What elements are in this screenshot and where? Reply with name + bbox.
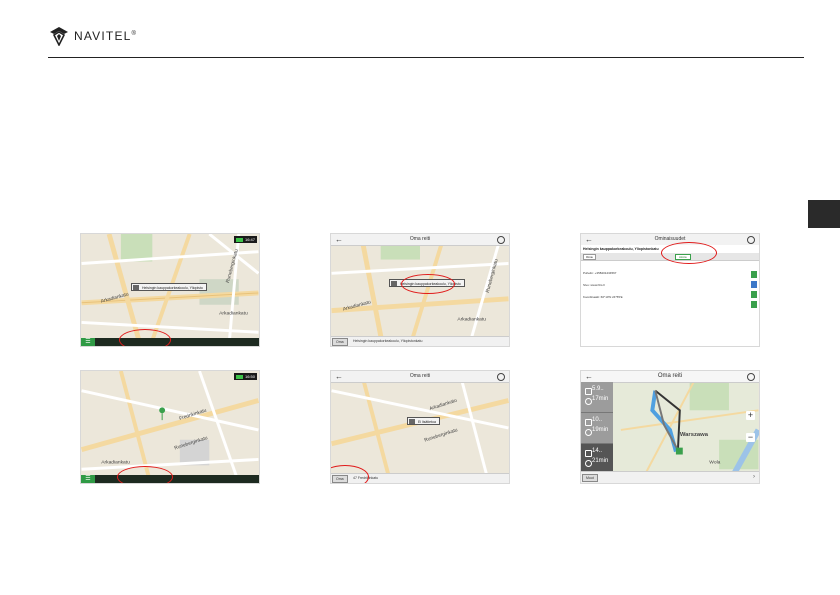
- highlight-ellipse: [117, 466, 173, 483]
- info-bar: Muut ›: [581, 471, 759, 483]
- settings-icon[interactable]: [747, 236, 755, 244]
- more-button[interactable]: Muut: [582, 474, 598, 482]
- distance-icon: [585, 450, 592, 457]
- city-label: Warszawa: [680, 432, 709, 438]
- screenshot-map-select: Arkadiankatu Arkadiankatu Runeberginkatu…: [80, 233, 260, 347]
- settings-icon[interactable]: [747, 373, 755, 381]
- distance-icon: [585, 419, 592, 426]
- chevron-right-icon[interactable]: ›: [753, 472, 755, 483]
- screen-title: Oma reiti: [657, 373, 683, 379]
- info-text: Helsingin kauppakorkeakoulu, Yliopistonk…: [353, 339, 423, 343]
- top-bar: ← Oma reiti: [331, 371, 509, 383]
- screenshot-properties: ← Ominaisuudet Helsingin kauppakorkeakou…: [580, 233, 760, 347]
- route-option[interactable]: 5.9.. 17min: [581, 382, 613, 413]
- clock-icon: [585, 398, 592, 405]
- clock-icon: [585, 429, 592, 436]
- zoom-out-button[interactable]: −: [746, 433, 755, 442]
- property-row: Sivu: www.hhs.fi: [583, 283, 605, 287]
- navitel-emblem-icon: [50, 27, 68, 46]
- screenshot-map-cursor: Fredrikinkatu Runeberginkatu Arkadiankat…: [80, 370, 260, 484]
- battery-status: 16:50: [233, 373, 257, 380]
- settings-icon[interactable]: [497, 236, 505, 244]
- info-bar: Oma Helsingin kauppakorkeakoulu, Yliopis…: [331, 336, 509, 346]
- map: Fredrikinkatu Runeberginkatu Arkadiankat…: [81, 371, 259, 483]
- screen-title: Oma reiti: [409, 373, 431, 379]
- highlight-ellipse: [401, 274, 455, 294]
- section-tab: [808, 200, 840, 228]
- street-label: Arkadiankatu: [457, 316, 486, 322]
- map-icon[interactable]: [751, 301, 757, 308]
- battery-status: 16:47: [233, 236, 257, 243]
- highlight-ellipse: [661, 242, 717, 264]
- route-options-panel: 5.9.. 17min 10.. 19min 14.. 21min: [581, 382, 613, 475]
- web-icon[interactable]: [751, 281, 757, 288]
- street-label: Arkadiankatu: [101, 459, 130, 465]
- property-row: Koordinaatit: 60°10'N 24°55'E: [583, 295, 623, 299]
- brand-name: NAVITEL®: [74, 29, 138, 43]
- screen-title: Oma reiti: [409, 236, 431, 242]
- poi-popup[interactable]: Helsingin kauppakorkeakoulu, Yliopisto: [131, 283, 207, 291]
- screenshot-own-point: Arkadiankatu Runeberginkatu ← Oma reiti …: [330, 370, 510, 484]
- own-point-button[interactable]: Oma: [332, 338, 348, 346]
- screenshot-route: Warszawa Wola ← Oma reiti 5.9.. 17min 10…: [580, 370, 760, 484]
- clock-icon: [585, 460, 592, 467]
- poi-popup[interactable]: Ei lisätietoa: [407, 417, 440, 425]
- settings-icon[interactable]: [497, 373, 505, 381]
- district-label: Wola: [709, 459, 720, 465]
- menu-button[interactable]: ☰: [81, 338, 95, 346]
- phone-icon[interactable]: [751, 271, 757, 278]
- screenshot-poi-popup: Arkadiankatu Arkadiankatu Runeberginkatu…: [330, 233, 510, 347]
- own-point-button[interactable]: Oma: [583, 254, 596, 260]
- share-icon[interactable]: [751, 291, 757, 298]
- top-bar: ← Oma reiti: [331, 234, 509, 246]
- highlight-ellipse: [119, 329, 171, 346]
- navitel-logo: NAVITEL®: [48, 24, 137, 48]
- screen-title: Ominaisuudet: [654, 236, 686, 242]
- header-rule: [48, 57, 804, 58]
- property-row: Puhelin: +358401234567: [583, 271, 617, 275]
- zoom-in-button[interactable]: +: [746, 411, 755, 420]
- menu-button[interactable]: ☰: [81, 475, 95, 483]
- route-option[interactable]: 10.. 19min: [581, 413, 613, 444]
- street-label: Arkadiankatu: [219, 311, 248, 317]
- distance-icon: [585, 388, 592, 395]
- poi-header: Helsingin kauppakorkeakoulu, Yliopistonk…: [583, 247, 659, 251]
